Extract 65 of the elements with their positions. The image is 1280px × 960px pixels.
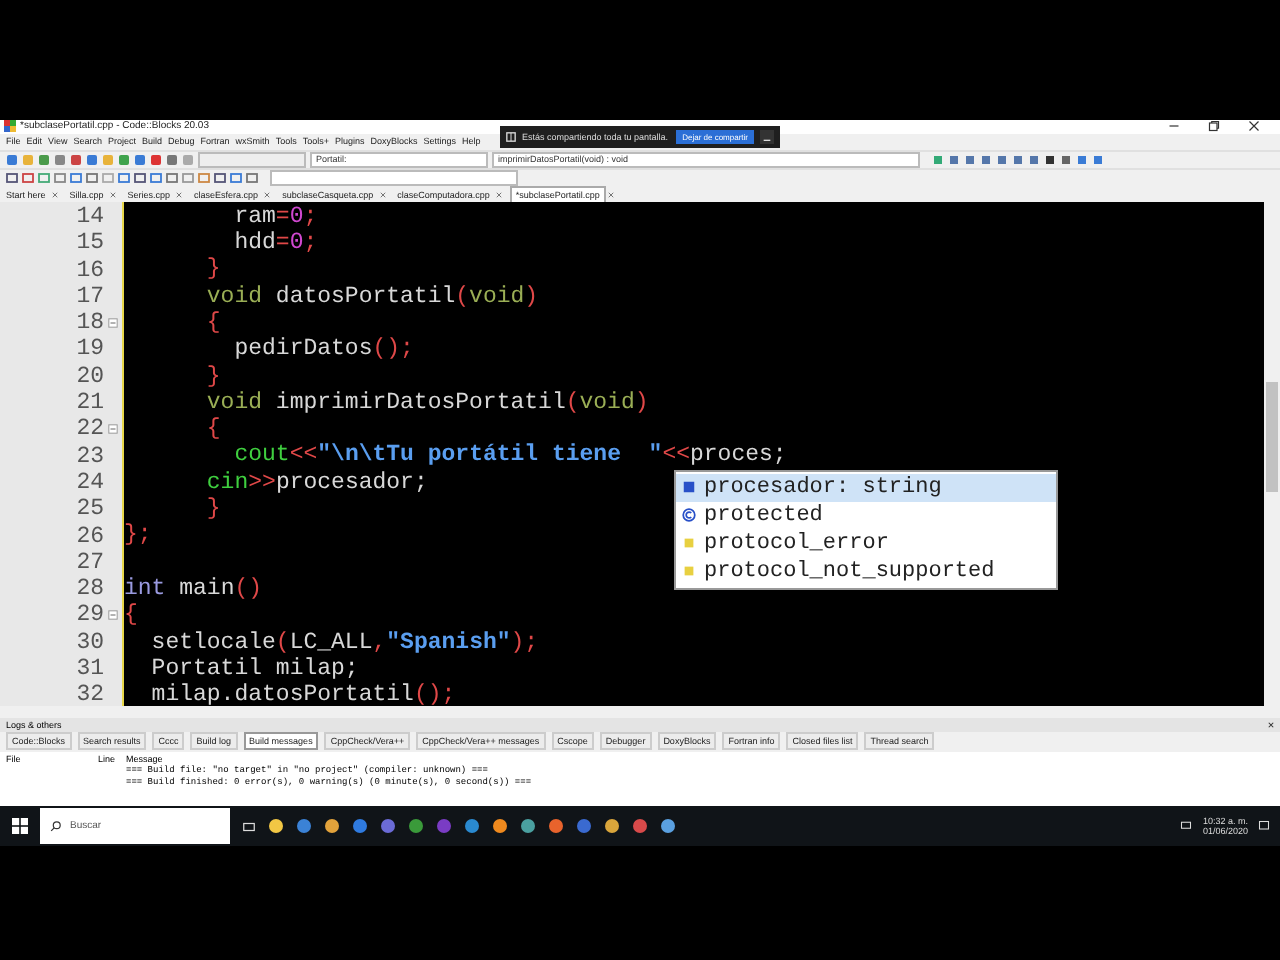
line-number: 24 (76, 469, 104, 496)
minimize-icon[interactable] (1168, 120, 1180, 133)
code-line: setlocale(LC_ALL,"Spanish"); (149, 629, 539, 656)
close-tab-icon[interactable] (176, 191, 183, 198)
screen-icon (506, 132, 516, 142)
code-line: } (204, 363, 221, 390)
code-line: pedirDatos(); (232, 336, 414, 363)
close-tab-icon[interactable] (264, 191, 271, 198)
minimize-banner-button[interactable] (760, 130, 774, 144)
line-number: 29 (76, 602, 104, 629)
code-line: } (204, 496, 221, 523)
code-line: ram=0; (232, 203, 318, 230)
close-tab-icon[interactable] (607, 191, 614, 198)
search-field[interactable] (270, 169, 518, 186)
search-icon (50, 820, 62, 833)
close-tab-icon[interactable] (51, 191, 58, 198)
suggestion-item[interactable]: procesador: string (676, 473, 1056, 502)
code-line: { (204, 310, 221, 336)
close-icon[interactable] (1268, 721, 1274, 728)
code-line: Portatil milap; (149, 655, 359, 682)
line-number: 26 (76, 523, 104, 550)
line-number: 16 (76, 257, 104, 284)
line-number: 28 (76, 576, 104, 603)
code-line: hdd=0; (232, 230, 318, 257)
code-line: void datosPortatil(void) (204, 283, 539, 310)
class-icon (682, 508, 696, 523)
line-number: 14 (76, 203, 104, 230)
suggestion-item[interactable]: protected (676, 501, 1056, 530)
line-number: 30 (76, 629, 104, 656)
line-number: 21 (76, 390, 104, 417)
line-number: 31 (76, 656, 104, 682)
close-icon[interactable] (1248, 120, 1260, 133)
code-line: void imprimirDatosPortatil(void) (204, 389, 649, 416)
code-line: } (204, 256, 221, 283)
task-view-icon[interactable] (242, 819, 256, 834)
horizontal-scrollbar[interactable] (0, 705, 1280, 718)
line-number: 27 (76, 549, 104, 576)
line-number: 18 (76, 310, 104, 337)
fold-marker-icon[interactable] (108, 318, 118, 329)
line-number: 19 (76, 336, 104, 363)
code-line: cout<<"\n\tTu portátil tiene "<<proces; (232, 442, 787, 469)
restore-icon[interactable] (1208, 120, 1220, 133)
line-number: 25 (76, 496, 104, 523)
suggestion-item[interactable]: protocol_error (676, 529, 1056, 558)
code-line: { (124, 602, 138, 629)
suggestion-item[interactable]: protocol_not_supported (676, 557, 1056, 586)
code-line: { (204, 416, 221, 443)
line-number: 15 (76, 230, 104, 257)
line-number: 20 (76, 363, 104, 390)
close-tab-icon[interactable] (109, 191, 116, 198)
code-line: cin>>procesador; (204, 469, 428, 496)
start-icon[interactable] (12, 818, 28, 835)
line-number: 23 (76, 443, 104, 470)
app-logo-icon (4, 120, 16, 133)
line-number: 22 (76, 416, 104, 443)
code-line: milap.datosPortatil(); (149, 682, 456, 709)
fold-marker-icon[interactable] (108, 424, 118, 435)
variable-icon (682, 480, 696, 495)
fold-marker-icon[interactable] (108, 610, 118, 621)
code-line: int main() (124, 575, 263, 602)
code-line: }; (124, 522, 152, 549)
close-tab-icon[interactable] (379, 191, 386, 198)
close-tab-icon[interactable] (495, 191, 502, 198)
line-number: 17 (76, 283, 104, 310)
line-number: 32 (76, 682, 104, 709)
